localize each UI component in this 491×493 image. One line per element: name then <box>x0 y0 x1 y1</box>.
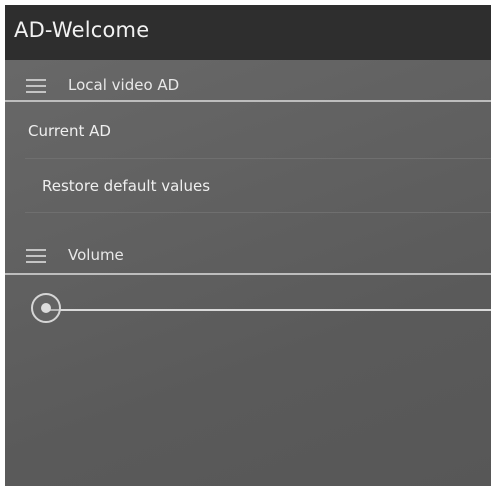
menu-icon <box>26 249 46 263</box>
pref-current-ad-label: Current AD <box>28 122 111 140</box>
section-label-local-video: Local video AD <box>68 76 180 94</box>
section-header-local-video: Local video AD <box>5 68 491 104</box>
section-divider <box>5 273 491 275</box>
screen: AD-Welcome Local video AD Current AD Res… <box>5 5 491 486</box>
app-bar: AD-Welcome <box>5 5 491 60</box>
app-title: AD-Welcome <box>14 18 150 42</box>
list-divider <box>25 158 491 159</box>
slider-thumb[interactable] <box>31 293 61 323</box>
section-label-volume: Volume <box>68 246 124 264</box>
slider-thumb-center <box>41 303 51 313</box>
list-divider <box>25 212 491 213</box>
pref-restore-defaults-label: Restore default values <box>42 177 211 195</box>
section-divider <box>5 100 491 102</box>
pref-current-ad[interactable]: Current AD <box>5 105 491 157</box>
volume-slider[interactable] <box>31 290 491 330</box>
slider-track[interactable] <box>43 309 491 311</box>
menu-icon <box>26 79 46 93</box>
section-header-volume: Volume <box>5 237 491 273</box>
pref-restore-defaults[interactable]: Restore default values <box>5 160 491 212</box>
